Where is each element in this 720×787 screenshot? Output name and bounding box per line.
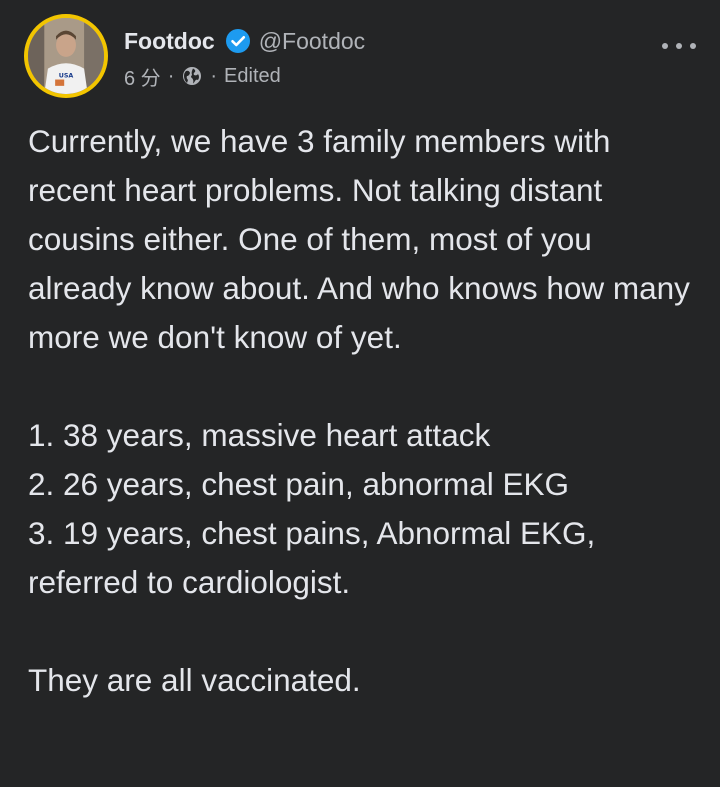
globe-icon[interactable] <box>181 65 203 87</box>
post-subline: 6 分 · · Edited <box>124 62 644 90</box>
more-options-icon[interactable] <box>662 36 696 56</box>
post-list: 1. 38 years, massive heart attack 2. 26 … <box>28 411 696 607</box>
author-avatar[interactable]: USA <box>24 14 108 98</box>
author-handle[interactable]: @Footdoc <box>259 28 365 55</box>
avatar-image: USA <box>28 18 104 94</box>
list-item: 1. 38 years, massive heart attack <box>28 417 491 453</box>
more-dot <box>662 43 668 49</box>
svg-text:USA: USA <box>59 73 74 80</box>
verified-badge-icon <box>225 28 251 54</box>
list-item: 3. 19 years, chest pains, Abnormal EKG, … <box>28 515 596 600</box>
author-name[interactable]: Footdoc <box>124 28 215 55</box>
list-item: 2. 26 years, chest pain, abnormal EKG <box>28 466 570 502</box>
post-card: USA Footdoc @Footdoc 6 分 · · Edited Curr… <box>0 0 720 787</box>
post-closing: They are all vaccinated. <box>28 662 361 698</box>
post-timestamp[interactable]: 6 分 <box>124 62 161 91</box>
post-body: Currently, we have 3 family members with… <box>28 117 696 705</box>
post-paragraph: Currently, we have 3 family members with… <box>28 123 690 355</box>
post-meta: Footdoc @Footdoc 6 分 · · Edited <box>124 26 644 90</box>
separator-dot: · <box>210 64 218 87</box>
edited-label[interactable]: Edited <box>224 65 281 88</box>
post-header: USA Footdoc @Footdoc 6 分 · · Edited <box>24 14 696 104</box>
more-dot <box>690 43 696 49</box>
separator-dot: · <box>167 64 175 87</box>
more-dot <box>676 43 682 49</box>
author-row: Footdoc @Footdoc <box>124 26 644 56</box>
